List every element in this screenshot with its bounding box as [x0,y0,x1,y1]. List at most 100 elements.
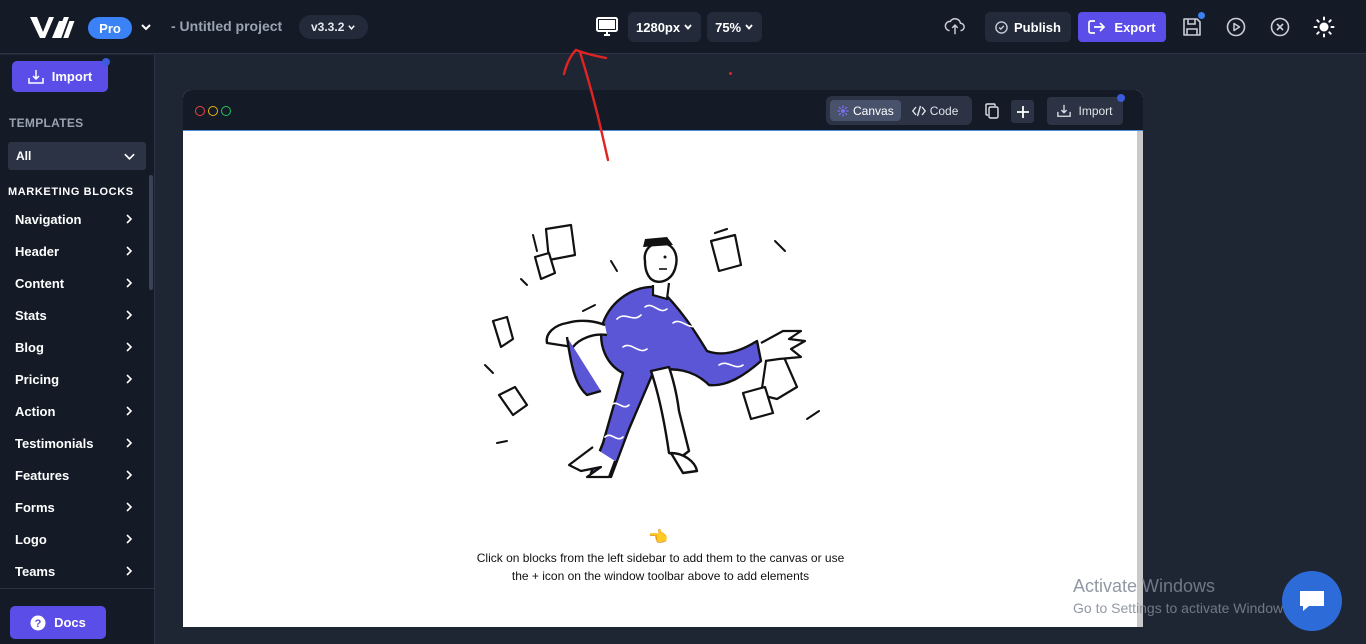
chevron-right-icon [126,566,133,576]
notification-dot [1117,94,1125,102]
window-maximize-dot[interactable] [221,106,231,116]
chevron-right-icon [126,374,133,384]
cloud-upload-icon[interactable] [944,15,966,37]
tab-code-label: Code [929,103,959,118]
unsaved-dot [1198,12,1205,19]
add-element-button[interactable] [1011,100,1034,123]
canvas-empty-hint: Click on blocks from the left sidebar to… [443,549,878,585]
sidebar-item-label: Forms [15,499,55,515]
sidebar-item-stats[interactable]: Stats [0,299,148,331]
plus-icon [1016,105,1029,118]
juggling-papers-illustration [484,223,820,479]
window-close-dot[interactable] [195,106,205,116]
window-import-button[interactable]: Import [1047,94,1125,125]
sidebar-item-header[interactable]: Header [0,235,148,267]
sidebar-item-logo[interactable]: Logo [0,523,148,555]
desktop-view-button[interactable] [592,12,622,42]
save-button[interactable] [1180,12,1205,39]
annotation-dot [729,72,732,75]
marketing-blocks-heading: MARKETING BLOCKS [8,186,134,198]
chevron-right-icon [126,470,133,480]
sidebar-item-teams[interactable]: Teams [0,555,148,587]
svg-text:?: ? [35,618,42,630]
sidebar-item-pricing[interactable]: Pricing [0,363,148,395]
version-selector[interactable]: v3.3.2 [299,15,369,39]
tab-canvas-label: Canvas [853,103,894,118]
sidebar-divider [0,588,155,589]
sidebar-item-content[interactable]: Content [0,267,148,299]
sun-icon [1313,16,1335,38]
window-toolbar: Canvas Code Import [183,90,1143,131]
chat-support-button[interactable] [1282,571,1342,631]
sidebar-item-label: Blog [15,339,44,355]
help-circle-icon: ? [30,615,46,630]
zoom-selector[interactable]: 75% [707,12,763,42]
chevron-down-icon [124,153,135,160]
chevron-right-icon [126,438,133,448]
floppy-disk-icon [1183,18,1201,36]
sidebar-item-label: Testimonials [15,435,94,451]
sidebar-item-navigation[interactable]: Navigation [0,203,148,235]
sidebar-import-button[interactable]: Import [12,58,110,92]
chevron-down-icon [348,24,356,30]
sidebar-import-label: Import [51,69,93,84]
canvas-scrollbar[interactable] [1137,131,1143,627]
chevron-down-icon[interactable] [139,20,153,34]
zoom-label: 75% [715,19,742,35]
sidebar-scrollbar[interactable] [149,175,153,290]
watermark-line-1: Activate Windows [1073,576,1216,596]
width-label: 1280px [636,19,681,35]
preview-button[interactable] [1224,15,1248,39]
sidebar-item-features[interactable]: Features [0,459,148,491]
export-label: Export [1114,19,1156,35]
templates-heading: TEMPLATES [9,116,84,130]
publish-button[interactable]: Publish [985,12,1071,42]
tab-canvas[interactable]: Canvas [830,100,901,121]
version-label: v3.3.2 [311,20,345,34]
app-logo[interactable] [28,14,80,40]
sidebar-item-action[interactable]: Action [0,395,148,427]
templates-filter-select[interactable]: All [8,142,146,170]
publish-label: Publish [1014,19,1061,35]
chevron-right-icon [126,406,133,416]
sidebar-item-label: Header [15,243,60,259]
export-icon [1088,20,1106,34]
duplicate-button[interactable] [981,100,1003,122]
canvas-area[interactable]: 👈 Click on blocks from the left sidebar … [183,131,1137,627]
window-minimize-dot[interactable] [208,106,218,116]
sidebar-item-forms[interactable]: Forms [0,491,148,523]
chevron-right-icon [126,246,133,256]
width-selector[interactable]: 1280px [628,12,702,42]
pointing-hand-emoji: 👈 [648,529,668,546]
export-button[interactable]: Export [1078,12,1166,42]
check-circle-icon [995,20,1008,34]
sidebar-item-label: Content [15,275,65,291]
chevron-right-icon [126,534,133,544]
sidebar-item-label: Features [15,467,70,483]
tab-code[interactable]: Code [905,100,966,121]
sidebar-item-label: Pricing [15,371,60,387]
chevron-right-icon [126,310,133,320]
chevron-right-icon [126,502,133,512]
window-import-label: Import [1078,104,1113,118]
windows-activation-watermark: Activate Windows Go to Settings to activ… [1073,576,1294,616]
sidebar-item-testimonials[interactable]: Testimonials [0,427,148,459]
sidebar-item-blog[interactable]: Blog [0,331,148,363]
plan-badge[interactable]: Pro [88,17,132,39]
sidebar-item-label: Teams [15,563,56,579]
play-circle-icon [1226,17,1246,37]
top-toolbar: Pro - Untitled project v3.3.2 1280px 75%… [0,0,1366,54]
docs-button[interactable]: ? Docs [10,606,106,639]
hint-line-2: the + icon on the window toolbar above t… [511,569,810,583]
chat-bubble-icon [1300,591,1324,611]
chevron-right-icon [126,214,133,224]
preview-window: Canvas Code Import 👈 Click on blocks fro… [183,90,1143,627]
copy-icon [985,103,999,119]
chevron-down-icon [745,24,753,30]
hint-line-1: Click on blocks from the left sidebar to… [476,551,845,565]
sidebar-item-label: Action [15,403,56,419]
project-title[interactable]: - Untitled project [171,18,282,34]
watermark-line-2: Go to Settings to activate Windows. [1073,600,1294,616]
close-button[interactable] [1268,15,1292,39]
theme-toggle[interactable] [1312,15,1336,39]
